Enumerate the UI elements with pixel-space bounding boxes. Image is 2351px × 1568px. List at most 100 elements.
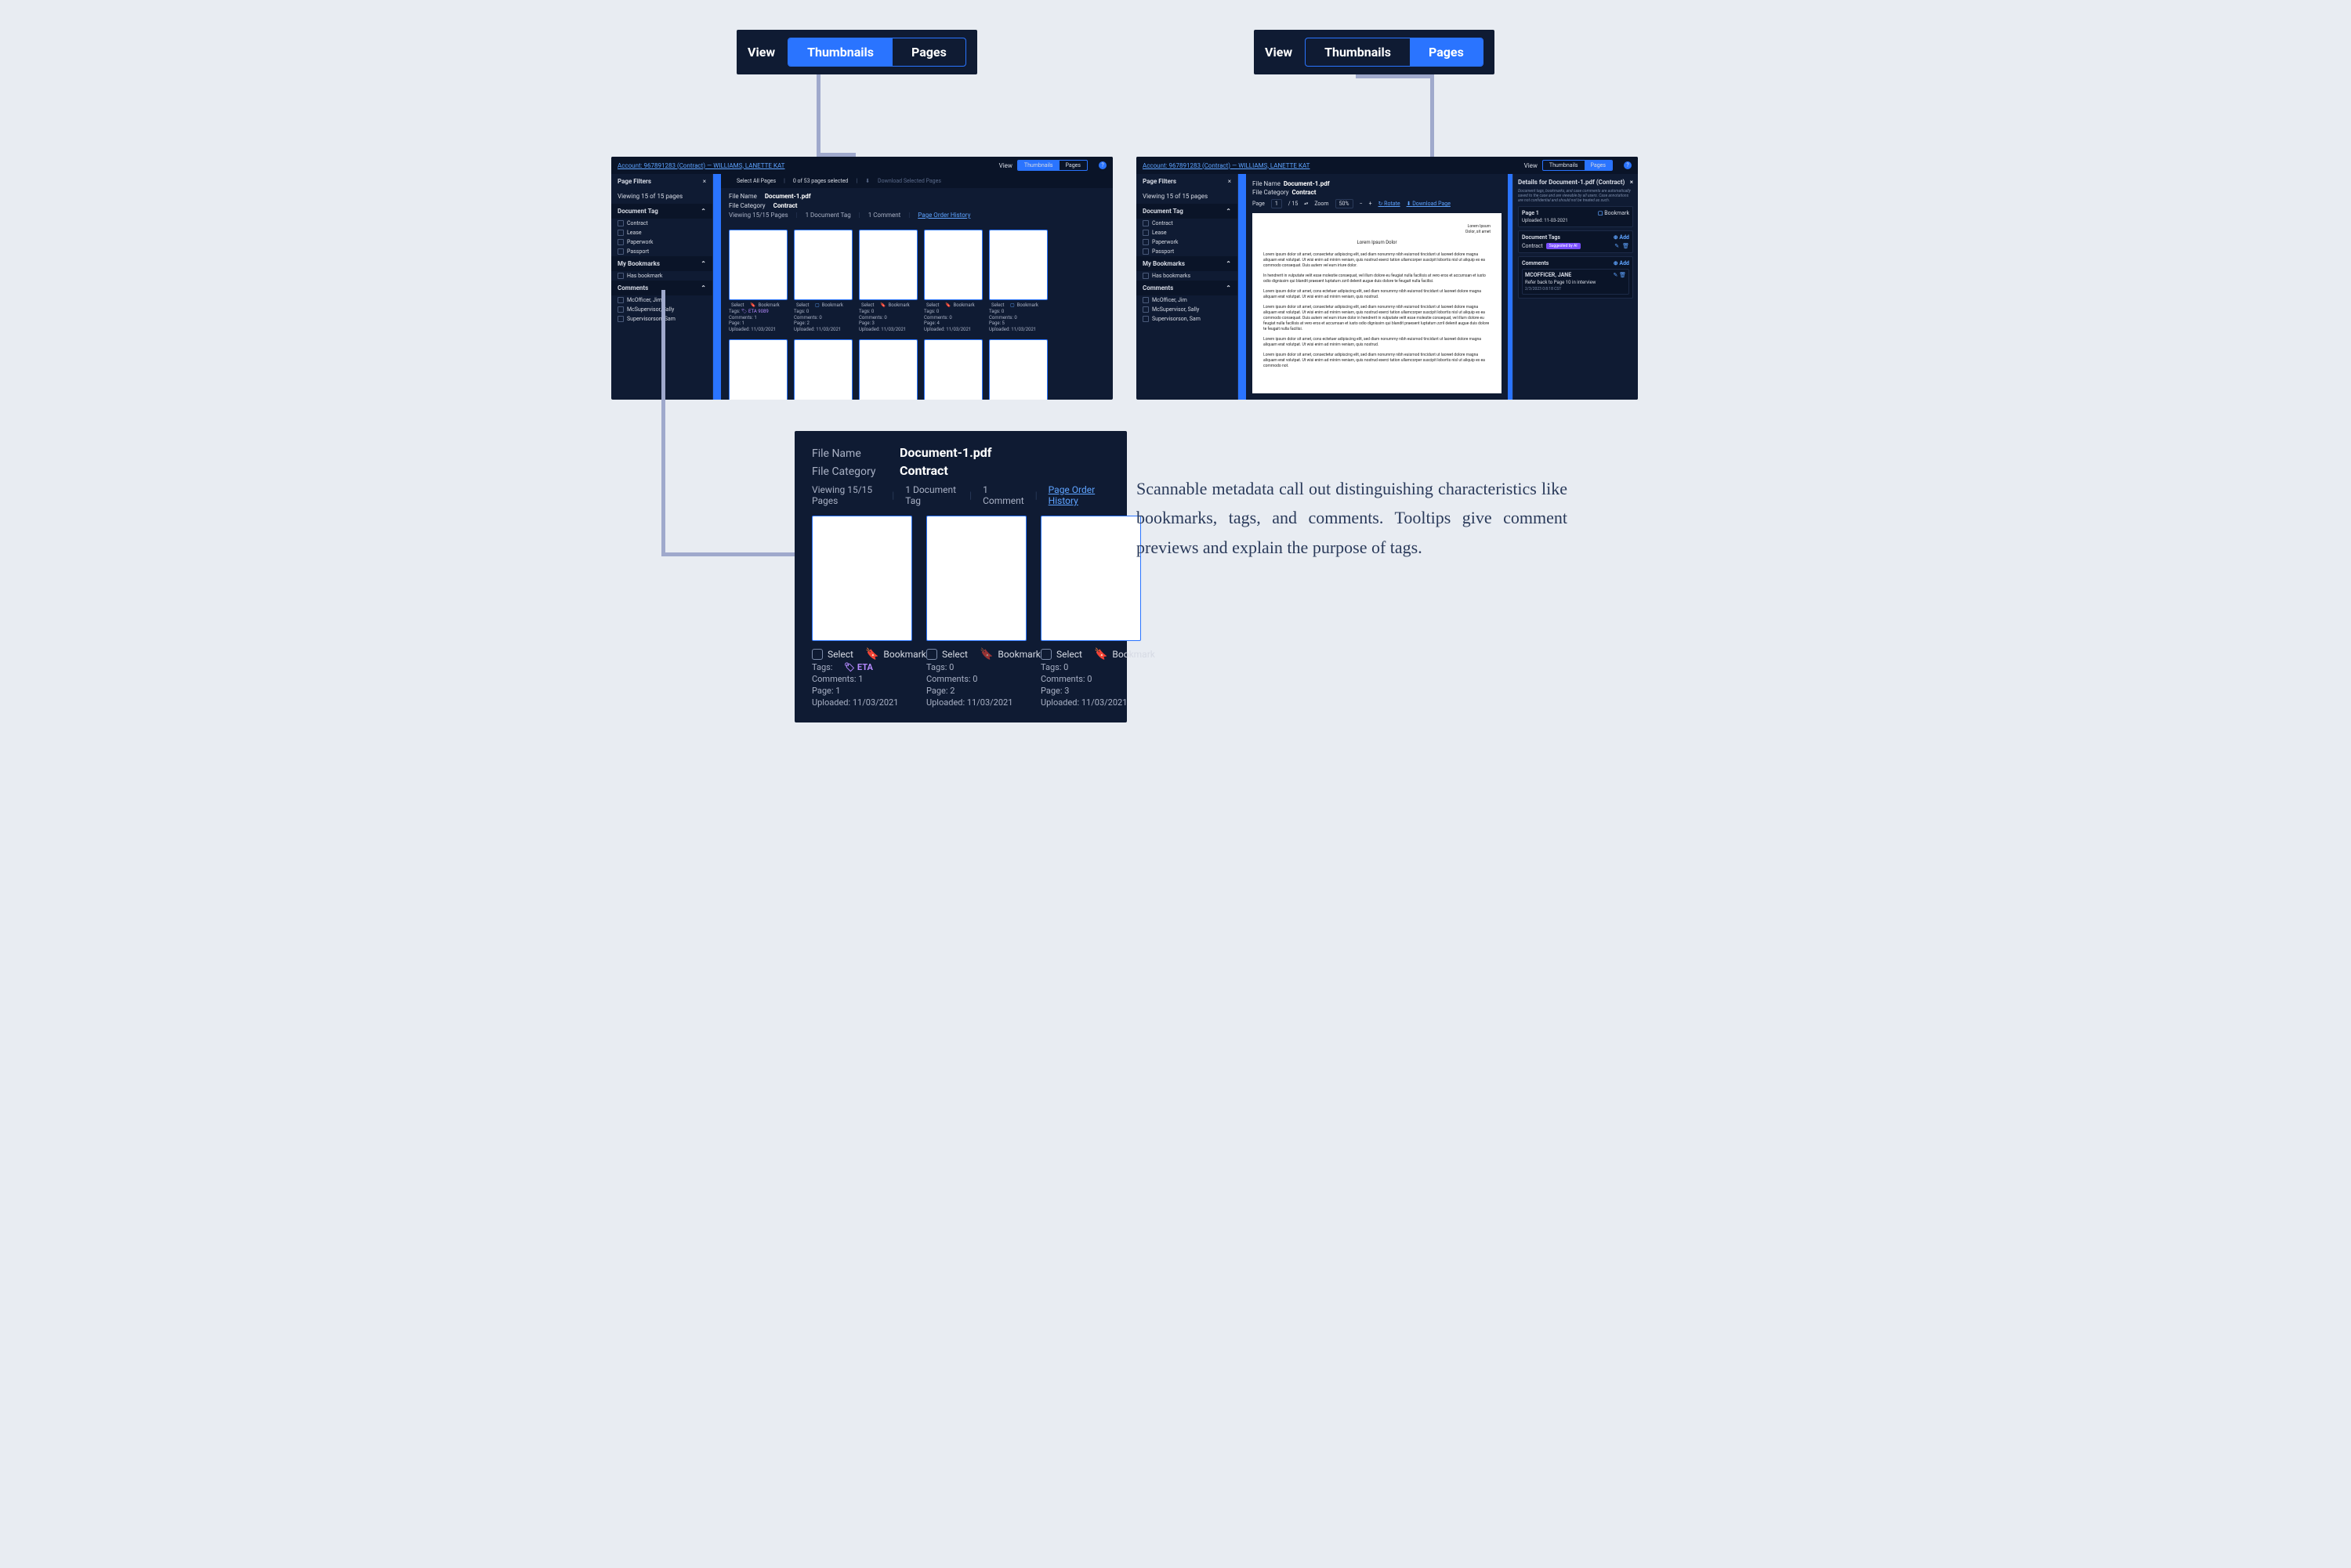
section-comments[interactable]: Comments [618,284,648,292]
checkbox[interactable] [1143,316,1149,322]
breadcrumb[interactable]: Account: 967891283 (Contract) — WILLIAMS… [1143,162,1310,169]
collapse-handle[interactable] [1238,174,1246,400]
section-bookmarks[interactable]: My Bookmarks [618,260,660,267]
page-thumbnail[interactable] [926,516,1027,641]
page-thumbnail[interactable] [989,339,1048,400]
page-thumbnail[interactable] [794,339,853,400]
checkbox[interactable] [1143,248,1149,255]
checkbox[interactable] [618,306,624,313]
filter-item[interactable]: Passport [627,248,649,255]
bookmark-icon[interactable]: ▢ [1010,302,1015,309]
filter-item[interactable]: Has bookmarks [1152,273,1190,279]
bookmark-icon[interactable]: 🔖 [865,648,878,661]
checkbox[interactable] [1143,297,1149,303]
page-stepper[interactable]: ▴▾ [1304,202,1308,206]
thumbnail[interactable] [859,339,918,400]
checkbox[interactable] [1143,273,1149,279]
zoom-input[interactable]: 50% [1335,199,1353,208]
page-thumbnail[interactable] [859,230,918,300]
checkbox[interactable] [812,649,823,660]
add-button[interactable]: ⊕ Add [1614,260,1629,266]
bookmark-button[interactable]: ▢ Bookmark [1598,210,1629,216]
filter-item[interactable]: Paperwork [1152,239,1178,245]
checkbox[interactable] [618,297,624,303]
page-thumbnail[interactable] [794,230,853,300]
thumbnail[interactable]: Select 🔖Bookmark Tags: 0 Comments: 0Page… [924,230,983,333]
thumbnail[interactable]: Select ▢Bookmark Tags: 0 Comments: 0Page… [989,230,1048,333]
thumbnail[interactable] [794,339,853,400]
page-order-history-link[interactable]: Page Order History [918,212,970,219]
download-selected[interactable]: Download Selected Pages [878,178,941,184]
bookmark-icon[interactable]: ▢ [815,302,820,309]
filter-item[interactable]: Contract [627,220,648,226]
help-icon[interactable]: ? [1624,161,1632,169]
checkbox[interactable] [926,649,937,660]
page-order-history-link[interactable]: Page Order History [1049,484,1110,506]
thumbnail[interactable] [924,339,983,400]
checkbox[interactable] [1143,220,1149,226]
checkbox[interactable] [618,220,624,226]
checkbox[interactable] [1041,649,1052,660]
tab-thumbnails[interactable]: Thumbnails [788,38,893,66]
page-thumbnail[interactable] [812,516,912,641]
section-bookmarks[interactable]: My Bookmarks [1143,260,1185,267]
tab-pages[interactable]: Pages [893,38,965,66]
close-icon[interactable]: × [1228,178,1231,185]
page-thumbnail[interactable] [1041,516,1141,641]
close-icon[interactable]: × [703,178,706,185]
filter-item[interactable]: Paperwork [627,239,653,245]
filter-item[interactable]: Supervisorson, Sam [1152,316,1201,322]
page-thumbnail[interactable] [924,230,983,300]
select-all-label[interactable]: Select All Pages [737,178,776,184]
tab-thumbnails[interactable]: Thumbnails [1018,161,1060,170]
checkbox[interactable] [1143,306,1149,313]
page-thumbnail[interactable] [924,339,983,400]
section-comments[interactable]: Comments [1143,284,1173,292]
delete-icon[interactable]: 🗑 [1619,272,1626,278]
bookmark-icon[interactable]: 🔖 [880,302,886,309]
checkbox[interactable] [618,316,624,322]
thumbnail[interactable] [989,339,1048,400]
tab-pages[interactable]: Pages [1060,161,1087,170]
filter-item[interactable]: Contract [1152,220,1173,226]
zoom-out-icon[interactable]: − [1360,201,1363,207]
checkbox[interactable] [618,273,624,279]
filter-item[interactable]: Lease [627,230,642,236]
filter-item[interactable]: McSupervisor, Sally [1152,306,1199,313]
tab-pages[interactable]: Pages [1585,161,1612,170]
filter-item[interactable]: Lease [1152,230,1167,236]
checkbox[interactable] [618,248,624,255]
page-preview[interactable]: Lorem IpsumDolor, sit amet Lorem Ipsum D… [1252,213,1502,393]
checkbox[interactable] [1143,239,1149,245]
bookmark-icon[interactable]: 🔖 [1094,648,1107,661]
rotate-button[interactable]: ↻ Rotate [1378,201,1400,207]
close-icon[interactable]: × [1630,179,1633,186]
edit-icon[interactable]: ✎ [1614,243,1619,249]
page-input[interactable]: 1 [1271,199,1282,208]
add-button[interactable]: ⊕ Add [1614,234,1629,241]
page-thumbnail[interactable] [859,339,918,400]
edit-icon[interactable]: ✎ [1613,272,1617,278]
breadcrumb[interactable]: Account: 967891283 (Contract) — WILLIAMS… [618,162,784,169]
bookmark-icon[interactable]: 🔖 [945,302,951,309]
thumbnail[interactable]: Select 🔖Bookmark Tags: 0 Comments: 0Page… [859,230,918,333]
tab-thumbnails[interactable]: Thumbnails [1306,38,1410,66]
checkbox[interactable] [1143,230,1149,236]
filter-item[interactable]: Has bookmark [627,273,662,279]
filter-item[interactable]: McOfficer, Jim [627,297,662,303]
download-page-button[interactable]: ⬇ Download Page [1407,201,1451,207]
help-icon[interactable]: ? [1099,161,1107,169]
tab-pages[interactable]: Pages [1410,38,1483,66]
delete-icon[interactable]: 🗑 [1622,243,1629,249]
filter-item[interactable]: Passport [1152,248,1174,255]
checkbox[interactable] [618,230,624,236]
bookmark-icon[interactable]: 🔖 [980,648,993,661]
checkbox[interactable] [618,239,624,245]
zoom-in-icon[interactable]: + [1369,201,1372,207]
thumbnail[interactable]: Select ▢Bookmark Tags: 0 Comments: 0Page… [794,230,853,333]
section-document-tag[interactable]: Document Tag [618,208,658,215]
page-thumbnail[interactable] [989,230,1048,300]
filter-item[interactable]: McOfficer, Jim [1152,297,1187,303]
section-document-tag[interactable]: Document Tag [1143,208,1183,215]
tab-thumbnails[interactable]: Thumbnails [1543,161,1585,170]
